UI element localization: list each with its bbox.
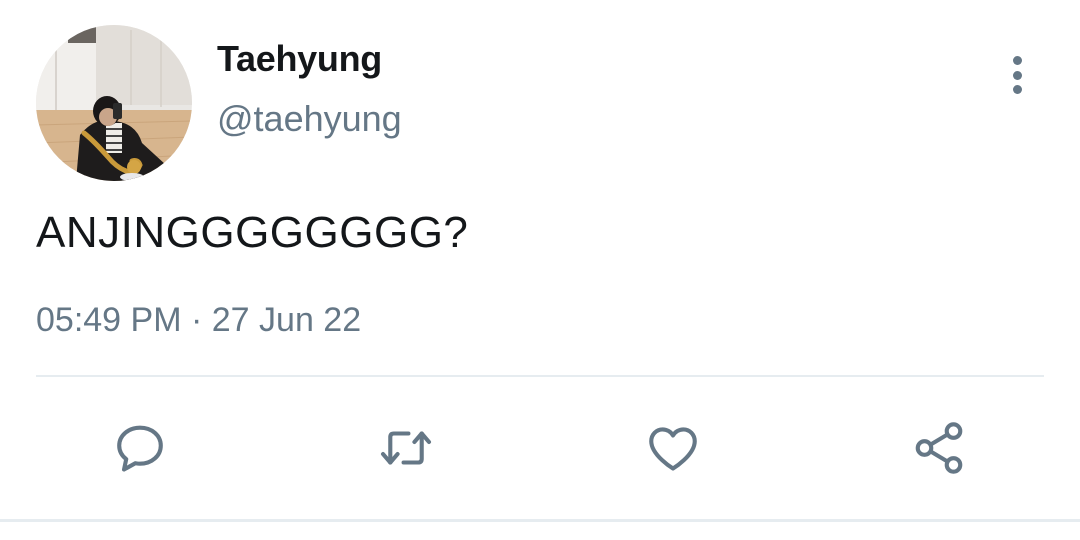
like-button[interactable]	[641, 416, 705, 480]
timestamp-separator: ·	[190, 301, 203, 339]
more-options-button[interactable]	[996, 52, 1038, 98]
bottom-divider	[0, 519, 1080, 522]
tweet-text: ANJINGGGGGGGG?	[36, 208, 469, 257]
more-dot-icon	[1012, 70, 1022, 80]
tweet-card: Taehyung @taehyung ANJINGGGGGGGG? 05:49 …	[0, 0, 1080, 540]
heart-icon	[649, 427, 697, 471]
display-name[interactable]: Taehyung	[217, 38, 382, 80]
share-button[interactable]	[907, 416, 971, 480]
share-icon	[915, 422, 963, 474]
reply-icon	[117, 425, 163, 472]
avatar-photo	[36, 25, 192, 181]
tweet-date: 27 Jun 22	[211, 301, 362, 339]
tweet-time: 05:49 PM	[36, 301, 182, 339]
avatar[interactable]	[36, 25, 192, 181]
tweet-timestamp[interactable]: 05:49 PM · 27 Jun 22	[36, 301, 361, 340]
divider	[36, 375, 1044, 377]
user-handle[interactable]: @taehyung	[217, 98, 402, 140]
retweet-icon	[380, 431, 432, 465]
more-dot-icon	[1012, 85, 1022, 94]
more-dot-icon	[1012, 56, 1022, 65]
retweet-button[interactable]	[374, 416, 438, 480]
reply-button[interactable]	[108, 416, 172, 480]
